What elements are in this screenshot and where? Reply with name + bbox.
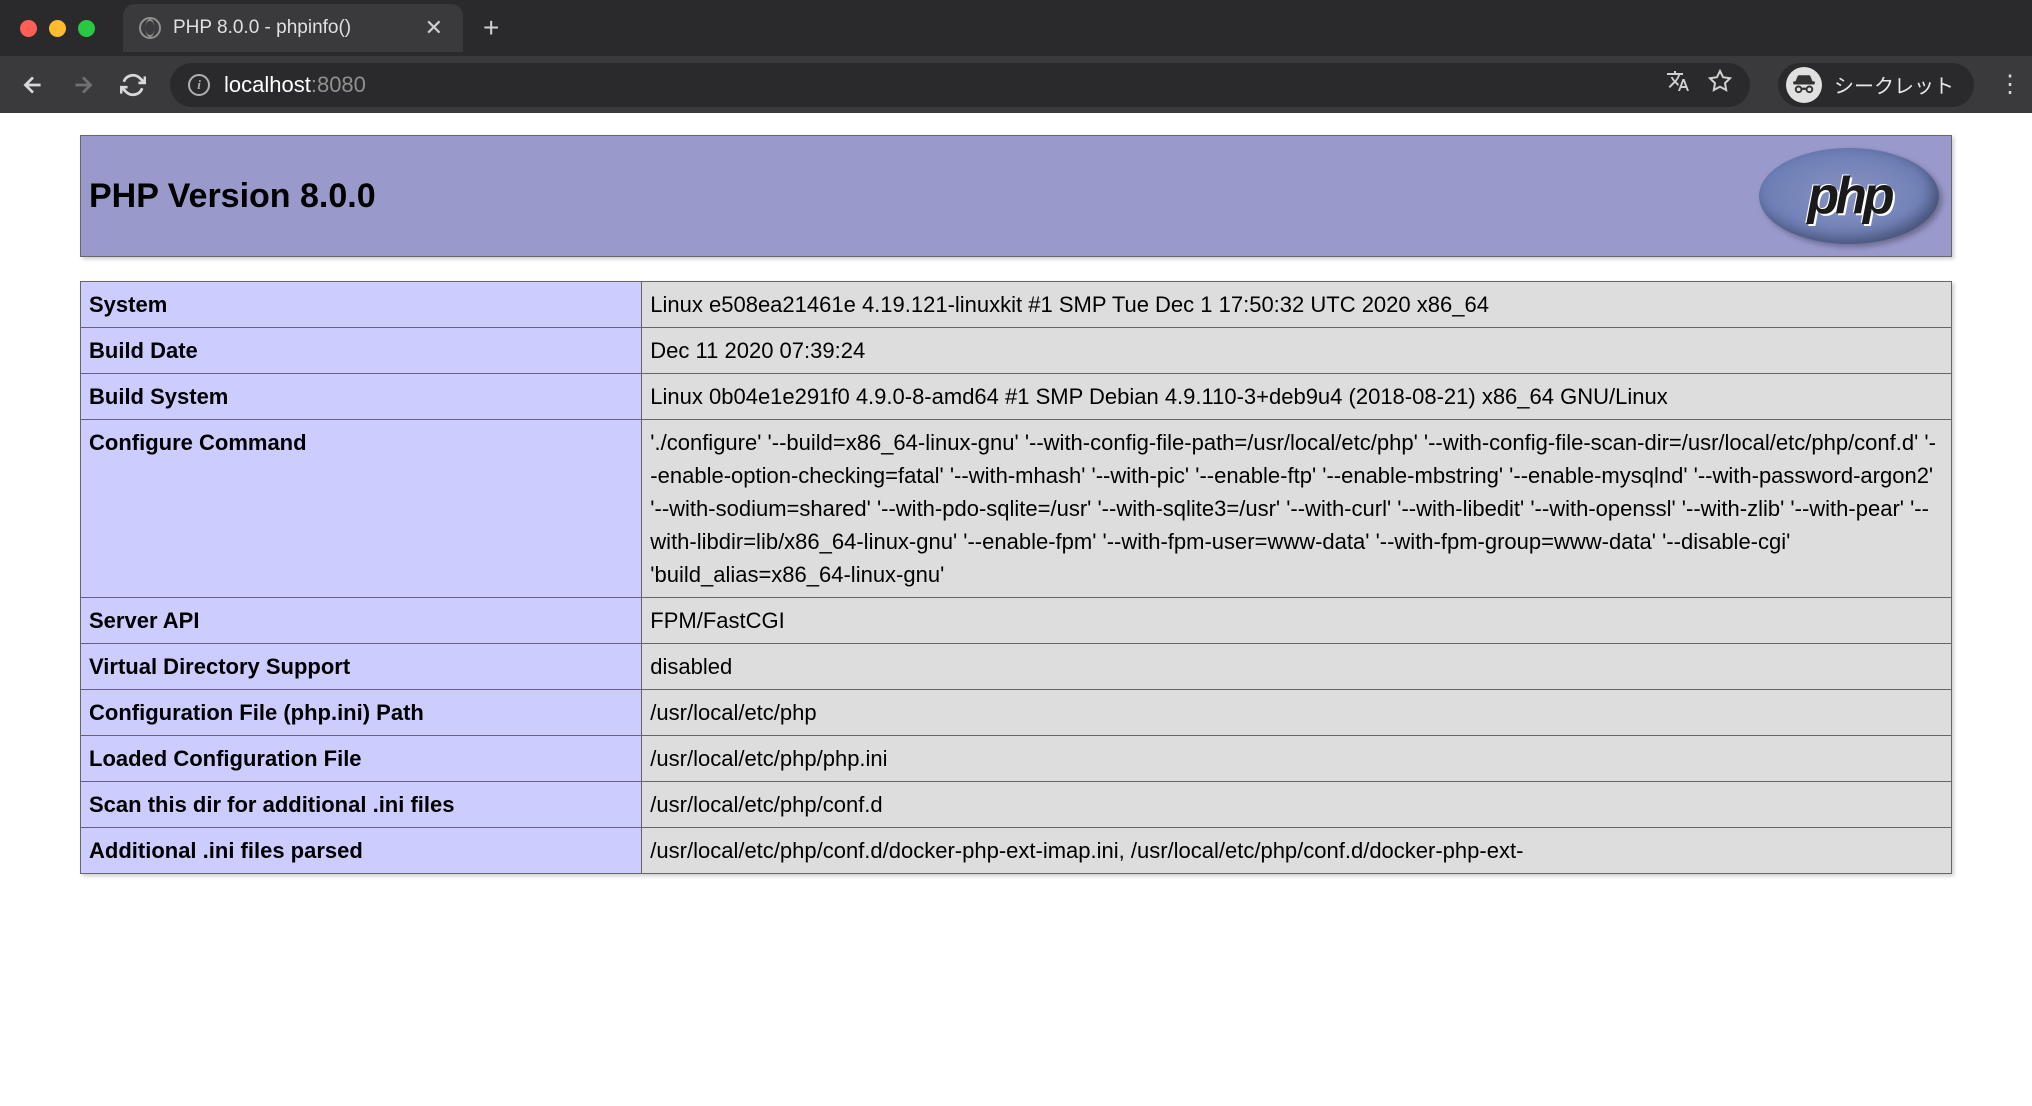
- info-value: Dec 11 2020 07:39:24: [642, 328, 1952, 374]
- table-row: Server APIFPM/FastCGI: [81, 598, 1952, 644]
- forward-button[interactable]: [62, 64, 104, 106]
- info-key: Additional .ini files parsed: [81, 828, 642, 874]
- table-row: Scan this dir for additional .ini files/…: [81, 782, 1952, 828]
- info-key: Server API: [81, 598, 642, 644]
- back-button[interactable]: [12, 64, 54, 106]
- info-value: Linux e508ea21461e 4.19.121-linuxkit #1 …: [642, 282, 1952, 328]
- info-value: /usr/local/etc/php/conf.d: [642, 782, 1952, 828]
- info-value: /usr/local/etc/php: [642, 690, 1952, 736]
- phpinfo-table: SystemLinux e508ea21461e 4.19.121-linuxk…: [80, 281, 1952, 874]
- table-row: Build SystemLinux 0b04e1e291f0 4.9.0-8-a…: [81, 374, 1952, 420]
- phpinfo-header: PHP Version 8.0.0 php: [80, 135, 1952, 257]
- window-controls: [12, 20, 107, 37]
- bookmark-star-icon[interactable]: [1708, 69, 1732, 100]
- info-key: Configuration File (php.ini) Path: [81, 690, 642, 736]
- page-content: PHP Version 8.0.0 php SystemLinux e508ea…: [0, 113, 2032, 1106]
- tab-title: PHP 8.0.0 - phpinfo(): [173, 17, 409, 39]
- url-host: localhost: [224, 72, 311, 97]
- reload-button[interactable]: [112, 64, 154, 106]
- close-window-button[interactable]: [20, 20, 37, 37]
- translate-svg-icon: [1666, 69, 1690, 93]
- table-row: Virtual Directory Supportdisabled: [81, 644, 1952, 690]
- tab-bar: PHP 8.0.0 - phpinfo() ✕ +: [0, 0, 2032, 56]
- translate-icon[interactable]: [1666, 69, 1690, 100]
- arrow-left-icon: [20, 72, 46, 98]
- info-value: Linux 0b04e1e291f0 4.9.0-8-amd64 #1 SMP …: [642, 374, 1952, 420]
- browser-chrome: PHP 8.0.0 - phpinfo() ✕ + i localhost:80…: [0, 0, 2032, 113]
- php-logo-text: php: [1807, 166, 1890, 226]
- omnibox-actions: [1666, 69, 1732, 100]
- info-value: /usr/local/etc/php/conf.d/docker-php-ext…: [642, 828, 1952, 874]
- table-row: Configure Command'./configure' '--build=…: [81, 420, 1952, 598]
- star-icon: [1708, 69, 1732, 93]
- table-row: Loaded Configuration File/usr/local/etc/…: [81, 736, 1952, 782]
- info-key: Build System: [81, 374, 642, 420]
- minimize-window-button[interactable]: [49, 20, 66, 37]
- incognito-label: シークレット: [1834, 70, 1954, 99]
- incognito-icon: [1786, 67, 1822, 103]
- table-row: Configuration File (php.ini) Path/usr/lo…: [81, 690, 1952, 736]
- globe-icon: [139, 17, 161, 39]
- info-key: Loaded Configuration File: [81, 736, 642, 782]
- info-value: './configure' '--build=x86_64-linux-gnu'…: [642, 420, 1952, 598]
- spy-icon: [1791, 72, 1817, 98]
- info-key: System: [81, 282, 642, 328]
- info-key: Virtual Directory Support: [81, 644, 642, 690]
- info-value: /usr/local/etc/php/php.ini: [642, 736, 1952, 782]
- info-value: disabled: [642, 644, 1952, 690]
- browser-tab[interactable]: PHP 8.0.0 - phpinfo() ✕: [123, 4, 463, 52]
- close-tab-button[interactable]: ✕: [421, 15, 447, 41]
- maximize-window-button[interactable]: [78, 20, 95, 37]
- browser-toolbar: i localhost:8080: [0, 56, 2032, 113]
- address-bar[interactable]: i localhost:8080: [170, 63, 1750, 107]
- incognito-badge[interactable]: シークレット: [1778, 63, 1974, 107]
- site-info-icon[interactable]: i: [188, 74, 210, 96]
- info-key: Configure Command: [81, 420, 642, 598]
- arrow-right-icon: [70, 72, 96, 98]
- info-key: Build Date: [81, 328, 642, 374]
- table-row: Build DateDec 11 2020 07:39:24: [81, 328, 1952, 374]
- page-title: PHP Version 8.0.0: [89, 177, 376, 216]
- browser-menu-button[interactable]: ⋮: [1998, 70, 2020, 99]
- url-port: :8080: [311, 72, 366, 97]
- info-key: Scan this dir for additional .ini files: [81, 782, 642, 828]
- table-row: SystemLinux e508ea21461e 4.19.121-linuxk…: [81, 282, 1952, 328]
- php-logo: php: [1759, 148, 1939, 244]
- table-row: Additional .ini files parsed/usr/local/e…: [81, 828, 1952, 874]
- reload-icon: [120, 72, 146, 98]
- info-value: FPM/FastCGI: [642, 598, 1952, 644]
- url-text: localhost:8080: [224, 72, 366, 98]
- new-tab-button[interactable]: +: [483, 12, 499, 44]
